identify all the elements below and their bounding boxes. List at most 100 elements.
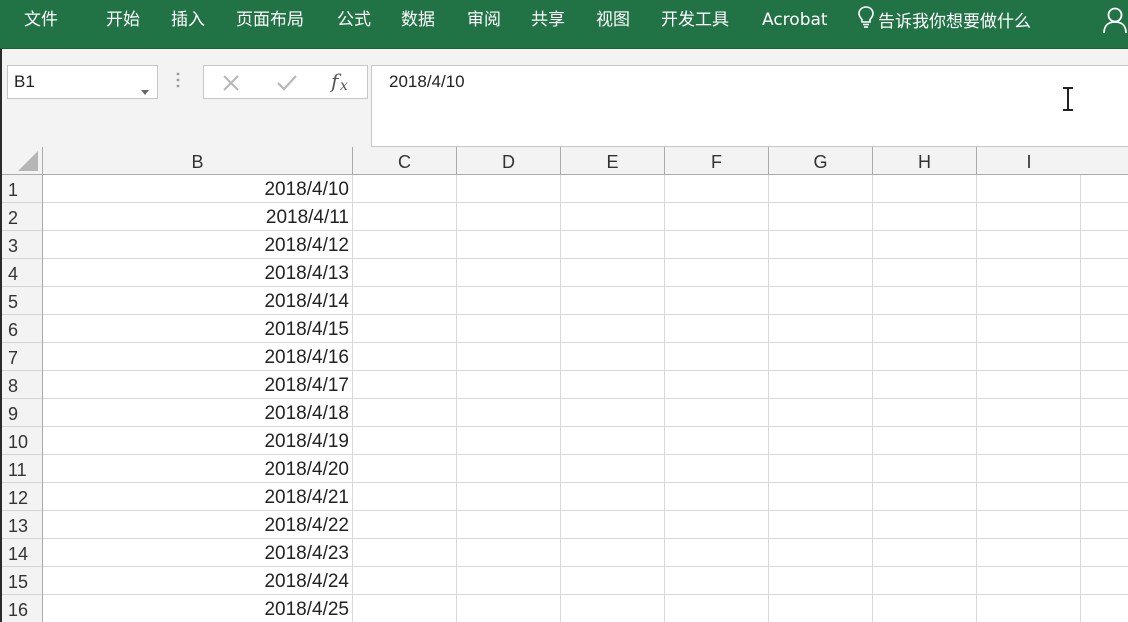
row-header[interactable]: 10 bbox=[2, 427, 42, 455]
row-header[interactable]: 7 bbox=[2, 343, 42, 371]
cell[interactable] bbox=[769, 539, 873, 567]
cell[interactable] bbox=[665, 427, 769, 455]
row-header[interactable]: 12 bbox=[2, 483, 42, 511]
cell[interactable] bbox=[873, 455, 977, 483]
cell[interactable] bbox=[457, 399, 561, 427]
cell[interactable] bbox=[873, 511, 977, 539]
cell[interactable] bbox=[1081, 539, 1128, 567]
ribbon-tab[interactable]: 页面布局 bbox=[236, 9, 304, 31]
cell[interactable]: 2018/4/13 bbox=[43, 259, 353, 287]
cell[interactable]: 2018/4/20 bbox=[43, 455, 353, 483]
cell[interactable] bbox=[561, 595, 665, 622]
column-header-d[interactable]: D bbox=[457, 147, 561, 174]
cell[interactable] bbox=[769, 595, 873, 622]
column-header-c[interactable]: C bbox=[353, 147, 457, 174]
cell[interactable]: 2018/4/12 bbox=[43, 231, 353, 259]
cell[interactable] bbox=[1081, 259, 1128, 287]
checkmark-icon[interactable] bbox=[276, 74, 298, 96]
cell[interactable] bbox=[873, 371, 977, 399]
cell[interactable]: 2018/4/18 bbox=[43, 399, 353, 427]
cell[interactable] bbox=[561, 539, 665, 567]
cell[interactable]: 2018/4/22 bbox=[43, 511, 353, 539]
cell[interactable] bbox=[457, 455, 561, 483]
cell[interactable] bbox=[769, 203, 873, 231]
column-header-h[interactable]: H bbox=[873, 147, 977, 174]
row-header[interactable]: 3 bbox=[2, 231, 42, 259]
select-all-button[interactable] bbox=[2, 147, 43, 174]
cell[interactable] bbox=[353, 259, 457, 287]
cell[interactable] bbox=[1081, 343, 1128, 371]
cell[interactable]: 2018/4/19 bbox=[43, 427, 353, 455]
row-header[interactable]: 15 bbox=[2, 567, 42, 595]
cell[interactable] bbox=[353, 427, 457, 455]
cell[interactable]: 2018/4/17 bbox=[43, 371, 353, 399]
cell[interactable] bbox=[769, 259, 873, 287]
cell[interactable] bbox=[561, 175, 665, 203]
cell[interactable] bbox=[977, 483, 1081, 511]
cell[interactable] bbox=[977, 511, 1081, 539]
cell[interactable] bbox=[769, 315, 873, 343]
cell[interactable] bbox=[769, 567, 873, 595]
cell[interactable] bbox=[1081, 595, 1128, 622]
cell[interactable] bbox=[769, 399, 873, 427]
row-header[interactable]: 8 bbox=[2, 371, 42, 399]
cell[interactable] bbox=[977, 539, 1081, 567]
cell[interactable] bbox=[1081, 455, 1128, 483]
cell[interactable] bbox=[457, 539, 561, 567]
cell[interactable] bbox=[457, 595, 561, 622]
cell[interactable] bbox=[665, 511, 769, 539]
cell[interactable] bbox=[457, 231, 561, 259]
column-header-b[interactable]: B bbox=[43, 147, 353, 174]
ribbon-tab[interactable]: 数据 bbox=[401, 9, 435, 31]
cell[interactable]: 2018/4/24 bbox=[43, 567, 353, 595]
grip-dots-icon[interactable] bbox=[176, 71, 180, 93]
cell[interactable] bbox=[665, 595, 769, 622]
cell[interactable] bbox=[457, 259, 561, 287]
cell[interactable] bbox=[561, 343, 665, 371]
cell[interactable]: 2018/4/14 bbox=[43, 287, 353, 315]
cell[interactable] bbox=[1081, 483, 1128, 511]
row-header[interactable]: 1 bbox=[2, 175, 42, 203]
cell[interactable] bbox=[561, 287, 665, 315]
cell[interactable] bbox=[561, 231, 665, 259]
cell[interactable] bbox=[561, 483, 665, 511]
cell[interactable] bbox=[665, 315, 769, 343]
cell[interactable] bbox=[769, 455, 873, 483]
row-header[interactable]: 6 bbox=[2, 315, 42, 343]
cell[interactable] bbox=[1081, 567, 1128, 595]
cell[interactable]: 2018/4/23 bbox=[43, 539, 353, 567]
cell[interactable] bbox=[769, 483, 873, 511]
cell[interactable] bbox=[977, 595, 1081, 622]
cell[interactable] bbox=[873, 427, 977, 455]
cell[interactable] bbox=[977, 287, 1081, 315]
cell[interactable] bbox=[873, 595, 977, 622]
ribbon-tab[interactable]: 开发工具 bbox=[661, 9, 729, 31]
cell[interactable] bbox=[665, 539, 769, 567]
ribbon-tab[interactable]: Acrobat bbox=[762, 9, 828, 31]
cell[interactable] bbox=[873, 287, 977, 315]
cell[interactable] bbox=[353, 231, 457, 259]
cell[interactable] bbox=[977, 315, 1081, 343]
cell[interactable] bbox=[977, 427, 1081, 455]
cell[interactable] bbox=[873, 259, 977, 287]
cell[interactable] bbox=[665, 231, 769, 259]
cell[interactable] bbox=[665, 343, 769, 371]
cell[interactable] bbox=[457, 315, 561, 343]
cell[interactable] bbox=[561, 371, 665, 399]
cell[interactable] bbox=[457, 203, 561, 231]
cell[interactable] bbox=[873, 399, 977, 427]
cell[interactable] bbox=[1081, 203, 1128, 231]
cell[interactable] bbox=[873, 175, 977, 203]
cell[interactable] bbox=[561, 259, 665, 287]
cell[interactable] bbox=[873, 539, 977, 567]
cell[interactable] bbox=[873, 315, 977, 343]
cell[interactable] bbox=[873, 343, 977, 371]
cell[interactable] bbox=[1081, 511, 1128, 539]
cell[interactable] bbox=[769, 175, 873, 203]
ribbon-tab[interactable]: 开始 bbox=[106, 9, 140, 31]
cell[interactable] bbox=[665, 483, 769, 511]
cell[interactable] bbox=[665, 399, 769, 427]
cell[interactable] bbox=[977, 343, 1081, 371]
cell[interactable] bbox=[1081, 427, 1128, 455]
ribbon-tab[interactable]: 审阅 bbox=[467, 9, 501, 31]
